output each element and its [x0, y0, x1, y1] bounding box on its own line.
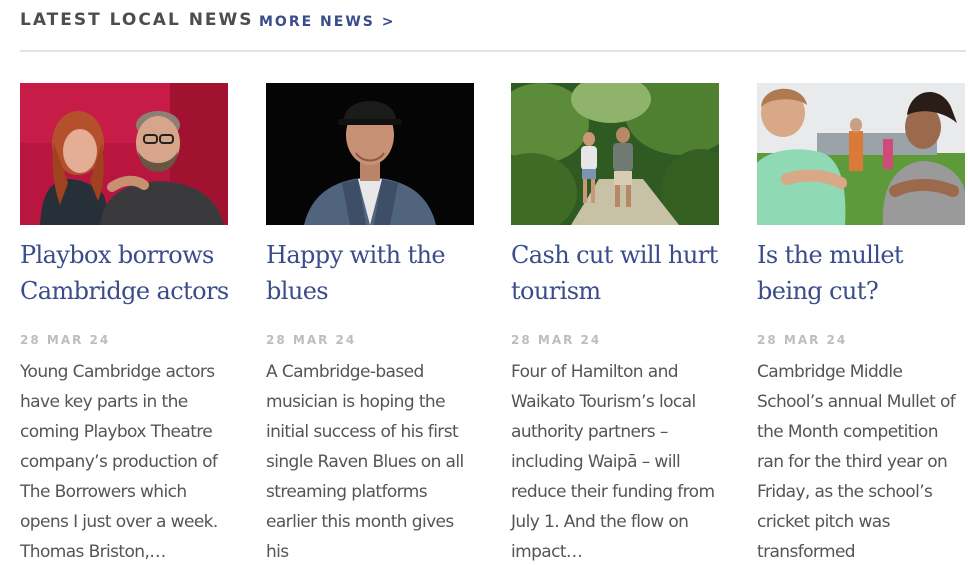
section-title: LATEST LOCAL NEWS — [20, 10, 254, 30]
article-title[interactable]: Happy with the blues — [266, 237, 476, 309]
article-title[interactable]: Is the mullet being cut? — [757, 237, 967, 309]
article-image-link[interactable] — [511, 83, 719, 225]
article-image-link[interactable] — [757, 83, 965, 225]
article-date: 28 MAR 24 — [266, 333, 357, 347]
latest-news-section: LATEST LOCAL NEWS MORE NEWS > Playbox bo… — [0, 0, 968, 565]
article-summary: Four of Hamilton and Waikato Tourism’s l… — [511, 362, 715, 562]
article-photo — [20, 83, 228, 225]
news-card: Playbox borrows Cambridge actors 28 MAR … — [20, 83, 230, 565]
article-image-link[interactable] — [266, 83, 474, 225]
article-summary: Cambridge Middle School’s annual Mullet … — [757, 362, 956, 562]
article-summary: A Cambridge-based musician is hoping the… — [266, 362, 464, 562]
section-header: LATEST LOCAL NEWS MORE NEWS > — [20, 0, 966, 52]
article-date: 28 MAR 24 — [20, 333, 111, 347]
article-date: 28 MAR 24 — [757, 333, 848, 347]
article-image-link[interactable] — [20, 83, 228, 225]
article-photo — [266, 83, 474, 225]
news-card: Cash cut will hurt tourism 28 MAR 24 Fou… — [511, 83, 721, 565]
news-card: Happy with the blues 28 MAR 24 A Cambrid… — [266, 83, 476, 565]
news-card: Is the mullet being cut? 28 MAR 24 Cambr… — [757, 83, 967, 565]
article-title[interactable]: Playbox borrows Cambridge actors — [20, 237, 230, 309]
article-date: 28 MAR 24 — [511, 333, 602, 347]
article-photo — [511, 83, 719, 225]
more-news-link[interactable]: MORE NEWS > — [259, 12, 395, 32]
article-title[interactable]: Cash cut will hurt tourism — [511, 237, 721, 309]
article-summary: Young Cambridge actors have key parts in… — [20, 362, 218, 562]
article-photo — [757, 83, 965, 225]
